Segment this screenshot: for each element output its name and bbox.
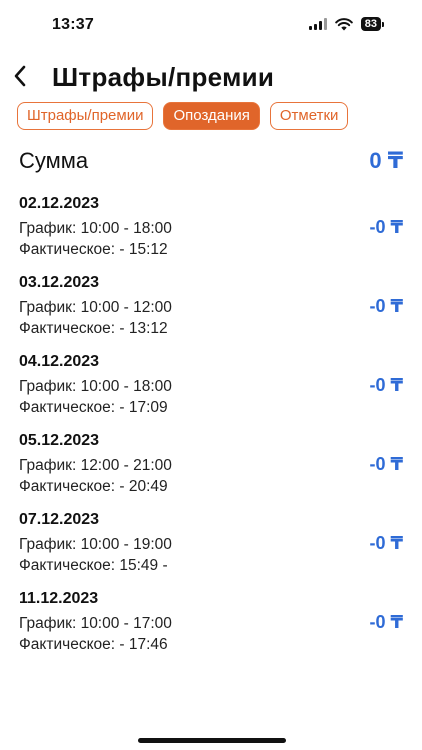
- tab-marks[interactable]: Отметки: [269, 102, 349, 130]
- cellular-signal-icon: [308, 18, 327, 30]
- list-item: 04.12.2023 График: 10:00 - 18:00 Фактиче…: [19, 351, 409, 430]
- status-bar: 13:37 83: [0, 0, 422, 50]
- record-schedule: График: 10:00 - 18:00: [19, 220, 172, 237]
- record-actual: Фактическое: - 17:46: [19, 636, 168, 653]
- record-actual: Фактическое: - 17:09: [19, 399, 168, 416]
- record-amount: -0 ₸: [369, 454, 403, 474]
- record-schedule: График: 10:00 - 17:00: [19, 615, 172, 632]
- record-schedule: График: 10:00 - 12:00: [19, 299, 172, 316]
- record-amount: -0 ₸: [369, 533, 403, 553]
- record-actual: Фактическое: - 15:12: [19, 241, 168, 258]
- record-amount: -0 ₸: [369, 296, 403, 316]
- wifi-icon: [334, 17, 353, 30]
- record-schedule: График: 12:00 - 21:00: [19, 457, 172, 474]
- record-date: 11.12.2023: [19, 590, 99, 607]
- home-indicator[interactable]: [138, 738, 286, 743]
- status-icons: 83: [308, 17, 384, 31]
- list-item: 03.12.2023 График: 10:00 - 12:00 Фактиче…: [19, 272, 409, 351]
- list-item: 07.12.2023 График: 10:00 - 19:00 Фактиче…: [19, 509, 409, 588]
- chevron-left-icon: [14, 65, 26, 87]
- record-date: 03.12.2023: [19, 274, 100, 291]
- record-schedule: График: 10:00 - 19:00: [19, 536, 172, 553]
- list-item: 05.12.2023 График: 12:00 - 21:00 Фактиче…: [19, 430, 409, 509]
- summary-value: 0 ₸: [369, 148, 403, 173]
- record-amount: -0 ₸: [369, 375, 403, 395]
- battery-level: 83: [360, 17, 381, 31]
- page-title: Штрафы/премии: [52, 62, 275, 92]
- record-actual: Фактическое: 15:49 -: [19, 557, 168, 574]
- record-actual: Фактическое: - 20:49: [19, 478, 168, 495]
- record-schedule: График: 10:00 - 18:00: [19, 378, 172, 395]
- record-date: 07.12.2023: [19, 511, 100, 528]
- tab-fines-bonuses[interactable]: Штрафы/премии: [17, 102, 154, 130]
- record-date: 02.12.2023: [19, 195, 100, 212]
- summary-label: Сумма: [19, 148, 89, 173]
- list-item: 02.12.2023 График: 10:00 - 18:00 Фактиче…: [19, 193, 409, 272]
- back-button[interactable]: [8, 60, 32, 92]
- record-actual: Фактическое: - 13:12: [19, 320, 168, 337]
- status-time: 13:37: [52, 16, 94, 33]
- tab-late-arrivals[interactable]: Опоздания: [163, 102, 260, 130]
- tab-bar: Штрафы/премии Опоздания Отметки: [17, 102, 349, 132]
- record-date: 05.12.2023: [19, 432, 100, 449]
- header: Штрафы/премии: [0, 58, 422, 98]
- summary-row: Сумма 0 ₸: [19, 148, 409, 176]
- late-arrivals-list: 02.12.2023 График: 10:00 - 18:00 Фактиче…: [19, 193, 409, 667]
- list-item: 11.12.2023 График: 10:00 - 17:00 Фактиче…: [19, 588, 409, 667]
- battery-icon: 83: [360, 17, 384, 31]
- record-amount: -0 ₸: [369, 217, 403, 237]
- record-amount: -0 ₸: [369, 612, 403, 632]
- record-date: 04.12.2023: [19, 353, 100, 370]
